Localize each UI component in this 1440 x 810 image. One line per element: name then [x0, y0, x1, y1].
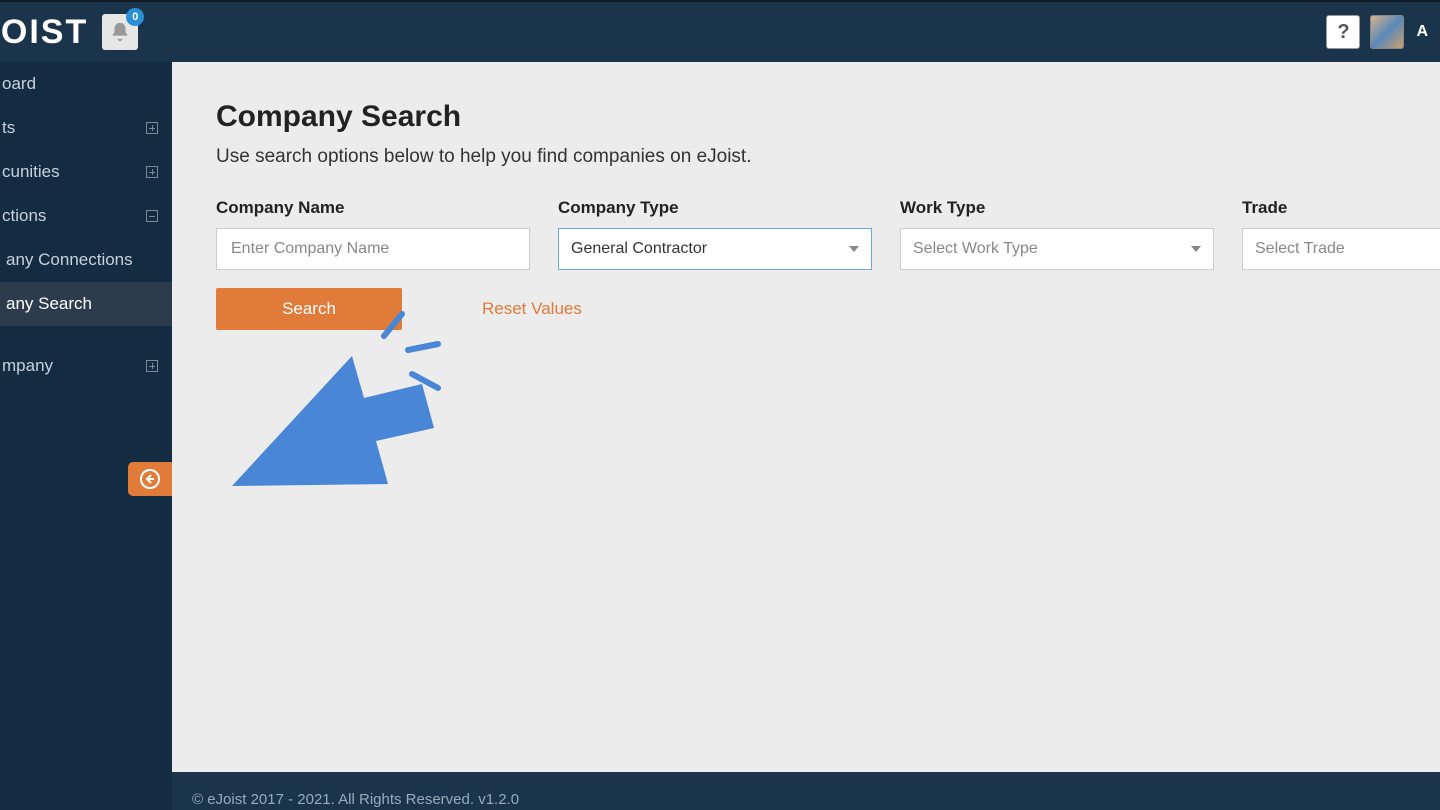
- sidebar-item-dashboard[interactable]: oard: [0, 62, 172, 106]
- search-button[interactable]: Search: [216, 288, 402, 330]
- logo: JOIST: [0, 13, 88, 52]
- sidebar-item-label: any Search: [4, 294, 92, 314]
- action-row: Search Reset Values: [216, 288, 1430, 330]
- work-type-label: Work Type: [900, 198, 1214, 218]
- trade-select[interactable]: Select Trade: [1242, 228, 1440, 270]
- bell-icon: [109, 21, 131, 43]
- user-initial: A: [1416, 23, 1428, 41]
- main-content: Company Search Use search options below …: [172, 62, 1440, 772]
- company-type-label: Company Type: [558, 198, 872, 218]
- sidebar-item-1[interactable]: ts: [0, 106, 172, 150]
- work-type-select[interactable]: Select Work Type: [900, 228, 1214, 270]
- field-company-type: Company Type General Contractor: [558, 198, 872, 270]
- sidebar-item-company-connections[interactable]: any Connections: [0, 238, 172, 282]
- company-name-input[interactable]: [216, 228, 530, 270]
- sidebar-item-label: any Connections: [4, 250, 133, 270]
- plus-icon: [146, 122, 158, 134]
- sidebar-collapse-button[interactable]: [128, 462, 172, 496]
- search-row: Company Name Company Type General Contra…: [216, 198, 1430, 270]
- reset-values-link[interactable]: Reset Values: [482, 299, 582, 319]
- sidebar-item-label: oard: [0, 74, 36, 94]
- top-bar: JOIST 0 ? A: [0, 0, 1440, 62]
- page-title: Company Search: [216, 100, 1430, 134]
- company-name-label: Company Name: [216, 198, 530, 218]
- avatar[interactable]: [1370, 15, 1404, 49]
- footer: © eJoist 2017 - 2021. All Rights Reserve…: [172, 772, 1440, 810]
- sidebar-item-connections[interactable]: ctions: [0, 194, 172, 238]
- sidebar: oard ts cunities ctions any Connections …: [0, 62, 172, 810]
- company-type-value: General Contractor: [571, 240, 707, 258]
- trade-label: Trade: [1242, 198, 1440, 218]
- sidebar-item-company[interactable]: mpany: [0, 344, 172, 388]
- sidebar-item-2[interactable]: cunities: [0, 150, 172, 194]
- page-subtitle: Use search options below to help you fin…: [216, 146, 1430, 168]
- field-work-type: Work Type Select Work Type: [900, 198, 1214, 270]
- notification-badge: 0: [126, 8, 144, 26]
- field-trade: Trade Select Trade: [1242, 198, 1440, 270]
- company-type-select[interactable]: General Contractor: [558, 228, 872, 270]
- field-company-name: Company Name: [216, 198, 530, 270]
- arrow-left-circle-icon: [138, 467, 162, 491]
- cursor-annotation-icon: [212, 306, 452, 526]
- sidebar-item-label: cunities: [0, 162, 60, 182]
- plus-icon: [146, 360, 158, 372]
- minus-icon: [146, 210, 158, 222]
- sidebar-item-company-search[interactable]: any Search: [0, 282, 172, 326]
- trade-placeholder: Select Trade: [1255, 240, 1345, 258]
- sidebar-item-label: ts: [0, 118, 15, 138]
- chevron-down-icon: [849, 246, 859, 252]
- sidebar-item-label: ctions: [0, 206, 46, 226]
- work-type-placeholder: Select Work Type: [913, 240, 1038, 258]
- notifications-button[interactable]: 0: [102, 14, 138, 50]
- copyright: © eJoist 2017 - 2021. All Rights Reserve…: [192, 791, 519, 808]
- sidebar-item-label: mpany: [0, 356, 53, 376]
- help-button[interactable]: ?: [1326, 15, 1360, 49]
- plus-icon: [146, 166, 158, 178]
- chevron-down-icon: [1191, 246, 1201, 252]
